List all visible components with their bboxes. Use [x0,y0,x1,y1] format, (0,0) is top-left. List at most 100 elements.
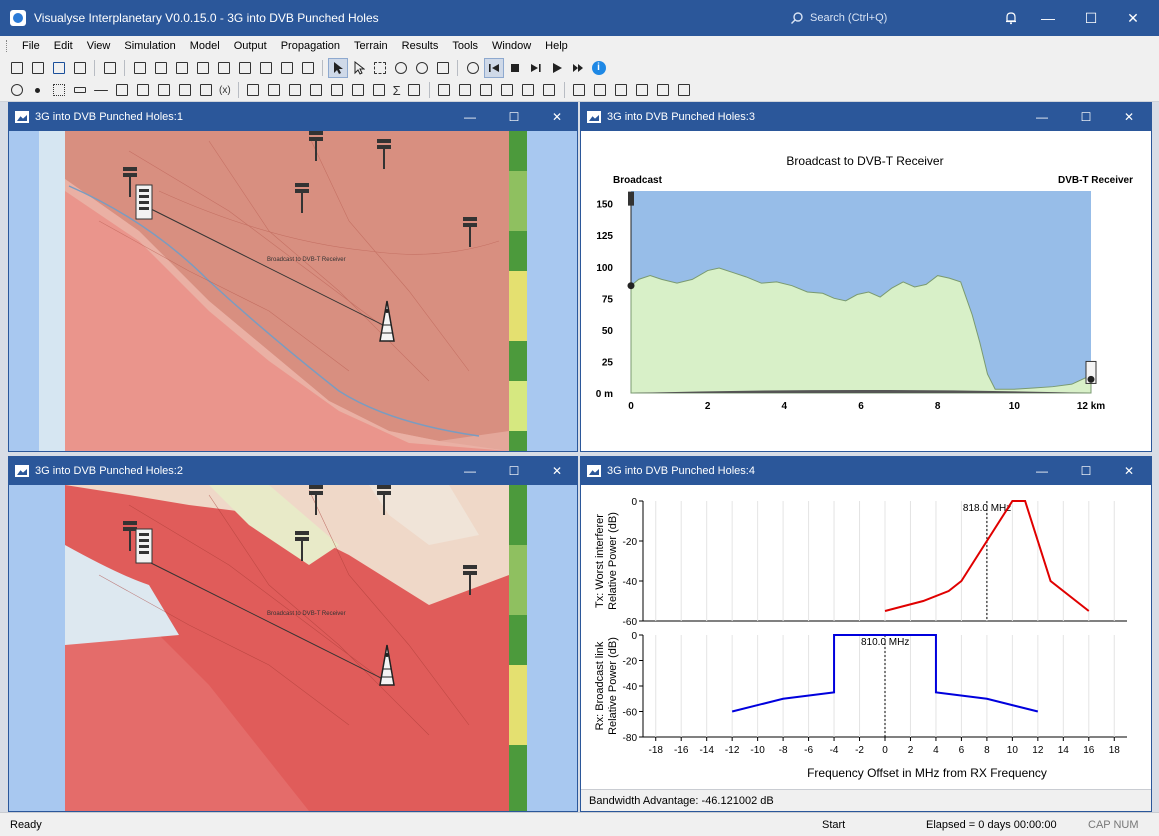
new-gain-view-icon[interactable] [194,59,212,77]
select-arrow-icon[interactable] [327,57,348,78]
window-minimize-button[interactable]: — [449,103,491,131]
map-window-2[interactable]: 3G into DVB Punched Holes:2 — ☐ ✕ Broadc… [8,456,578,812]
map-canvas[interactable]: Broadcast to DVB-T Receiver [9,485,577,811]
menu-view[interactable]: View [80,40,118,52]
menu-terrain[interactable]: Terrain [347,40,395,52]
dynamic-link-icon[interactable] [134,81,152,99]
new-sky-view-icon[interactable] [173,59,191,77]
save-as-icon[interactable] [71,59,89,77]
menu-propagation[interactable]: Propagation [274,40,347,52]
annotation-icon[interactable] [434,59,452,77]
coverage-map[interactable]: Broadcast to DVB-T Receiver [9,131,577,451]
fast-forward-icon[interactable] [569,59,587,77]
beam-icon[interactable] [265,81,283,99]
new-table-view-icon[interactable] [257,59,275,77]
window-close-button[interactable]: ✕ [1108,457,1150,485]
zoom-box-icon[interactable] [371,59,389,77]
menu-model[interactable]: Model [183,40,227,52]
propagation-model-icon[interactable] [307,81,325,99]
dvb-receiver-icon[interactable] [135,528,153,564]
list-icon[interactable] [113,81,131,99]
menu-tools[interactable]: Tools [445,40,485,52]
add-graph-icon[interactable] [519,81,537,99]
terrain-icon[interactable] [370,81,388,99]
info-icon[interactable]: i [590,59,608,77]
window-minimize-button[interactable]: — [449,457,491,485]
clock-icon[interactable] [464,59,482,77]
sigma-button[interactable]: Σ [393,83,401,98]
profile-window[interactable]: 3G into DVB Punched Holes:3 — ☐ ✕ Broadc… [580,102,1152,452]
window-minimize-button[interactable]: — [1021,103,1063,131]
bar-icon[interactable] [71,81,89,99]
zoom-out-icon[interactable] [413,59,431,77]
window-close-button[interactable]: ✕ [1108,103,1150,131]
coverage-icon[interactable] [349,81,367,99]
station-import-icon[interactable] [591,81,609,99]
menu-help[interactable]: Help [538,40,575,52]
traffic-icon[interactable] [197,81,215,99]
window-maximize-button[interactable]: ☐ [493,103,535,131]
link-group-icon[interactable] [155,81,173,99]
copy-icon[interactable] [101,59,119,77]
export-icon[interactable] [405,81,423,99]
window-maximize-button[interactable]: ☐ [1065,103,1107,131]
point-icon[interactable] [29,81,47,99]
dvb-receiver-icon[interactable] [135,184,153,220]
menu-window[interactable]: Window [485,40,538,52]
antenna-icon[interactable] [244,81,262,99]
map-canvas[interactable]: Broadcast to DVB-T Receiver [9,131,577,451]
open-file-icon[interactable] [29,59,47,77]
play-icon[interactable] [548,59,566,77]
interference-path-icon[interactable] [176,81,194,99]
station-icon[interactable] [8,81,26,99]
add-view-icon[interactable] [456,81,474,99]
new-watch-view-icon[interactable] [215,59,233,77]
new-mask-view-icon[interactable] [299,59,317,77]
menu-results[interactable]: Results [395,40,446,52]
coverage-map[interactable]: Broadcast to DVB-T Receiver [9,485,577,811]
sort-icon[interactable] [654,81,672,99]
link-line-icon[interactable] [92,81,110,99]
notification-bell-icon[interactable] [990,0,1032,36]
maximize-button[interactable]: ☐ [1070,0,1112,36]
map-window-1[interactable]: 3G into DVB Punched Holes:1 — ☐ ✕ Broadc… [8,102,578,452]
mask-window[interactable]: 3G into DVB Punched Holes:4 — ☐ ✕ 0 -20 -4… [580,456,1152,812]
save-icon[interactable] [50,59,68,77]
menu-edit[interactable]: Edit [47,40,80,52]
new-map-view-icon[interactable] [131,59,149,77]
menu-output[interactable]: Output [227,40,274,52]
window-close-button[interactable]: ✕ [536,103,578,131]
mast-icon[interactable] [675,81,693,99]
window-minimize-button[interactable]: — [1021,457,1063,485]
step-icon[interactable] [527,59,545,77]
add-map-icon[interactable] [477,81,495,99]
area-icon[interactable] [50,81,68,99]
window-maximize-button[interactable]: ☐ [493,457,535,485]
window-title: 3G into DVB Punched Holes:2 [35,465,183,477]
expression-button[interactable]: (x) [219,85,231,96]
menu-simulation[interactable]: Simulation [117,40,182,52]
propagation-env-icon[interactable] [328,81,346,99]
new-file-icon[interactable] [8,59,26,77]
new-profile-view-icon[interactable] [236,59,254,77]
stop-icon[interactable] [506,59,524,77]
frequency-icon[interactable] [633,81,651,99]
window-close-button[interactable]: ✕ [536,457,578,485]
window-maximize-button[interactable]: ☐ [1065,457,1107,485]
search-box[interactable]: Search (Ctrl+Q) [790,9,970,27]
link-wizard-icon[interactable] [612,81,630,99]
close-button[interactable]: ✕ [1112,0,1154,36]
y-tick-label: -60 [623,617,638,628]
select-station-icon[interactable] [350,59,368,77]
zoom-in-icon[interactable] [392,59,410,77]
terrain-import-icon[interactable] [570,81,588,99]
menu-file[interactable]: File [15,40,47,52]
report-icon[interactable] [435,81,453,99]
minimize-button[interactable]: — [1027,0,1069,36]
new-globe-view-icon[interactable] [152,59,170,77]
add-chart-icon[interactable] [498,81,516,99]
rewind-icon[interactable] [483,57,504,78]
carrier-icon[interactable] [286,81,304,99]
new-graph-view-icon[interactable] [278,59,296,77]
add-table-icon[interactable] [540,81,558,99]
